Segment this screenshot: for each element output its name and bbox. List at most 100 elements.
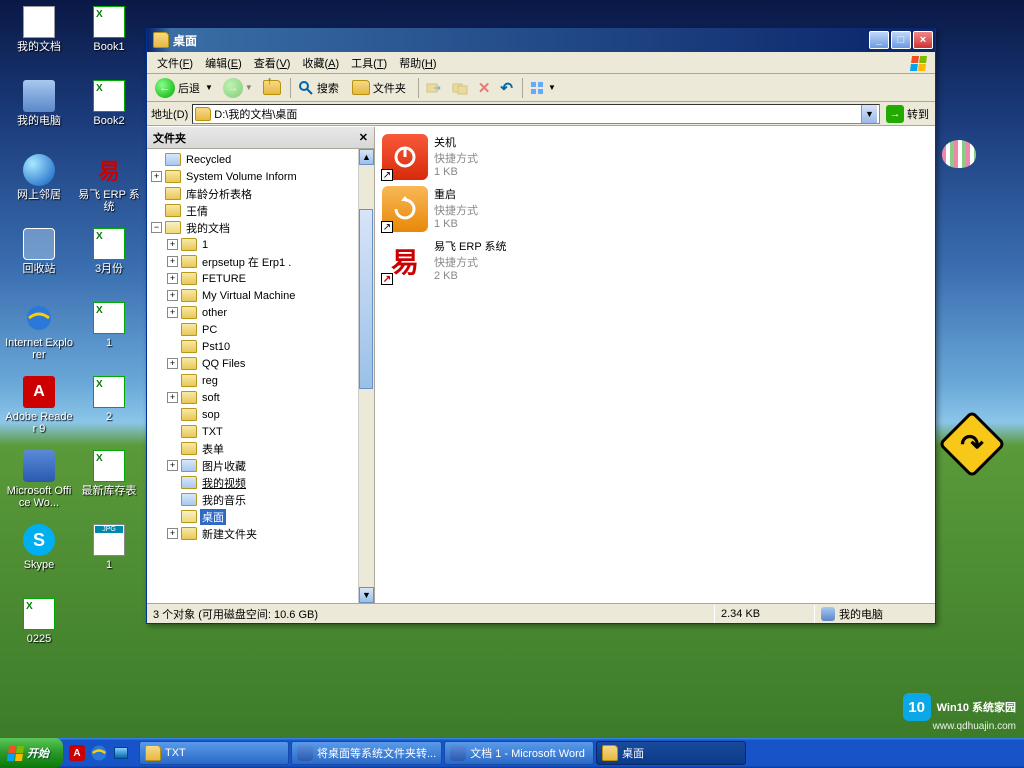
tree-node[interactable]: 库龄分析表格	[151, 185, 358, 202]
desktop-icon[interactable]: SSkype	[4, 522, 74, 596]
desktop-icon[interactable]: 1	[74, 300, 144, 374]
desktop-icon[interactable]: Book1	[74, 4, 144, 78]
tree-node[interactable]: +FETURE	[167, 270, 358, 287]
taskbar-task[interactable]: TXT	[139, 741, 289, 765]
mycomputer-icon	[821, 607, 835, 621]
close-button[interactable]: ×	[913, 31, 933, 49]
desktop-icon[interactable]: Microsoft Office Wo...	[4, 448, 74, 522]
minimize-button[interactable]: _	[869, 31, 889, 49]
back-button[interactable]: ← 后退 ▼	[151, 77, 217, 99]
folder-icon	[181, 425, 197, 438]
desktop-icon[interactable]: 我的文档	[4, 4, 74, 78]
up-button[interactable]: ↑	[259, 77, 285, 99]
ql-pdf[interactable]: A	[67, 742, 87, 764]
menu-h[interactable]: 帮助(H)	[393, 53, 442, 73]
vertical-scrollbar[interactable]: ▲ ▼	[358, 149, 374, 603]
tree-node[interactable]: +新建文件夹	[167, 525, 358, 542]
forward-button[interactable]: → ▼	[219, 77, 257, 99]
desktop-icon[interactable]: 3月份	[74, 226, 144, 300]
menu-v[interactable]: 查看(V)	[248, 53, 297, 73]
tree-node[interactable]: Recycled	[151, 151, 358, 168]
desktop-icon[interactable]: 回收站	[4, 226, 74, 300]
tree-expander[interactable]: +	[167, 239, 178, 250]
tree-expander[interactable]: +	[167, 290, 178, 301]
close-pane-button[interactable]: ✕	[359, 131, 368, 144]
tree-node[interactable]: reg	[167, 372, 358, 389]
tree-node[interactable]: +My Virtual Machine	[167, 287, 358, 304]
tree-expander[interactable]: +	[167, 528, 178, 539]
ql-ie[interactable]	[89, 742, 109, 764]
desktop-icon[interactable]: 网上邻居	[4, 152, 74, 226]
desktop-icon[interactable]: 0225	[4, 596, 74, 670]
scroll-down-button[interactable]: ▼	[359, 587, 374, 603]
folder-icon	[181, 408, 197, 421]
ql-desktop[interactable]	[111, 742, 131, 764]
address-input[interactable]	[214, 108, 861, 120]
go-button[interactable]: → 转到	[884, 104, 931, 124]
tree-expander[interactable]: +	[151, 171, 162, 182]
tree-node[interactable]: +System Volume Inform	[151, 168, 358, 185]
move-to-button[interactable]	[422, 77, 446, 99]
file-list[interactable]: ↗关机快捷方式1 KB↗重启快捷方式1 KB易↗易飞 ERP 系统快捷方式2 K…	[375, 127, 935, 603]
views-button[interactable]: ▼	[526, 77, 560, 99]
scroll-up-button[interactable]: ▲	[359, 149, 374, 165]
tree-expander[interactable]: +	[167, 273, 178, 284]
tree-expander[interactable]: +	[167, 256, 178, 267]
menu-a[interactable]: 收藏(A)	[296, 53, 345, 73]
scroll-thumb[interactable]	[359, 209, 373, 389]
menu-e[interactable]: 编辑(E)	[199, 53, 248, 73]
taskbar-task[interactable]: 文档 1 - Microsoft Word	[444, 741, 594, 765]
desktop-icon[interactable]: Internet Explorer	[4, 300, 74, 374]
undo-button[interactable]: ↶	[496, 77, 517, 99]
folders-button[interactable]: 文件夹	[348, 77, 413, 99]
copy-to-button[interactable]	[448, 77, 472, 99]
taskbar: 开始 A TXT将桌面等系统文件夹转...文档 1 - Microsoft Wo…	[0, 738, 1024, 768]
tree-node[interactable]: +soft	[167, 389, 358, 406]
tree-node[interactable]: 我的视频	[167, 474, 358, 491]
status-bar: 3 个对象 (可用磁盘空间: 10.6 GB) 2.34 KB 我的电脑	[147, 603, 935, 623]
taskbar-task[interactable]: 将桌面等系统文件夹转...	[291, 741, 442, 765]
file-item[interactable]: ↗关机快捷方式1 KB	[379, 131, 931, 183]
folder-tree[interactable]: Recycled+System Volume Inform库龄分析表格王倩−我的…	[147, 149, 358, 603]
tree-node[interactable]: +QQ Files	[167, 355, 358, 372]
folder-icon	[165, 153, 181, 166]
address-dropdown-button[interactable]: ▼	[861, 105, 877, 123]
tree-node[interactable]: PC	[167, 321, 358, 338]
tree-node[interactable]: 我的音乐	[167, 491, 358, 508]
start-button[interactable]: 开始	[0, 738, 63, 768]
desktop-icon[interactable]: 我的电脑	[4, 78, 74, 152]
menu-t[interactable]: 工具(T)	[345, 53, 393, 73]
desktop-icon[interactable]: 易易飞 ERP 系统	[74, 152, 144, 226]
tree-node[interactable]: +other	[167, 304, 358, 321]
desktop-icon[interactable]: 2	[74, 374, 144, 448]
tree-expander[interactable]: −	[151, 222, 162, 233]
file-item[interactable]: ↗重启快捷方式1 KB	[379, 183, 931, 235]
tree-expander[interactable]: +	[167, 392, 178, 403]
taskbar-task[interactable]: 桌面	[596, 741, 746, 765]
menu-f[interactable]: 文件(F)	[151, 53, 199, 73]
tree-node[interactable]: +1	[167, 236, 358, 253]
delete-button[interactable]: ✕	[474, 77, 495, 99]
tree-node[interactable]: 王倩	[151, 202, 358, 219]
windows-flag-icon	[7, 746, 24, 761]
tree-node[interactable]: −我的文档	[151, 219, 358, 236]
tree-expander[interactable]: +	[167, 307, 178, 318]
tree-expander[interactable]: +	[167, 460, 178, 471]
file-item[interactable]: 易↗易飞 ERP 系统快捷方式2 KB	[379, 235, 931, 287]
tree-node[interactable]: TXT	[167, 423, 358, 440]
tree-node[interactable]: +erpsetup 在 Erp1 .	[167, 253, 358, 270]
tree-node[interactable]: sop	[167, 406, 358, 423]
search-button[interactable]: 搜索	[294, 77, 346, 99]
titlebar[interactable]: 桌面 _ □ ×	[147, 28, 935, 52]
tree-node[interactable]: 桌面	[167, 508, 358, 525]
desktop-icon[interactable]: AAdobe Reader 9	[4, 374, 74, 448]
address-combo[interactable]: ▼	[192, 104, 880, 124]
desktop-icon[interactable]: 最新库存表	[74, 448, 144, 522]
tree-expander[interactable]: +	[167, 358, 178, 369]
desktop-icon[interactable]: Book2	[74, 78, 144, 152]
desktop-icon[interactable]: 1	[74, 522, 144, 596]
tree-node[interactable]: +图片收藏	[167, 457, 358, 474]
maximize-button[interactable]: □	[891, 31, 911, 49]
tree-node[interactable]: 表单	[167, 440, 358, 457]
tree-node[interactable]: Pst10	[167, 338, 358, 355]
